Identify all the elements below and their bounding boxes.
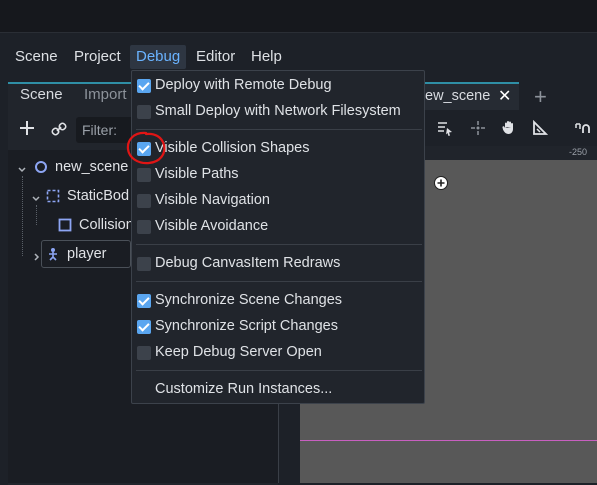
add-node-icon[interactable]: [19, 120, 35, 136]
staticbody-icon: [46, 189, 60, 206]
menu-item-debug-canvasitem-redraws[interactable]: Debug CanvasItem Redraws: [132, 251, 424, 277]
menu-scene[interactable]: Scene: [9, 45, 64, 69]
menu-item-sync-script-changes[interactable]: Synchronize Script Changes: [132, 314, 424, 340]
menu-item-visible-avoidance[interactable]: Visible Avoidance: [132, 214, 424, 240]
menu-separator: [136, 129, 422, 130]
add-tab-icon[interactable]: +: [534, 84, 547, 110]
add-circle-icon[interactable]: [433, 175, 449, 194]
menu-item-label: Synchronize Script Changes: [155, 318, 338, 334]
checkbox-unchecked-icon[interactable]: [137, 194, 151, 208]
menu-separator: [136, 244, 422, 245]
snap-icon[interactable]: [574, 120, 594, 139]
x-axis-line: [300, 440, 597, 441]
checkbox-checked-icon[interactable]: [137, 294, 151, 308]
menu-item-label: Small Deploy with Network Filesystem: [155, 103, 401, 119]
tab-new-scene[interactable]: ew_scene ✕: [425, 82, 519, 110]
menu-item-visible-collision-shapes[interactable]: Visible Collision Shapes: [132, 136, 424, 162]
node2d-icon: [34, 160, 48, 177]
menu-item-label: Debug CanvasItem Redraws: [155, 255, 341, 271]
collisionshape-icon: [58, 218, 72, 235]
menu-item-customize-run-instances[interactable]: Customize Run Instances...: [132, 377, 424, 403]
ruler-label: -250: [569, 147, 588, 157]
scene-tab-label: ew_scene: [425, 88, 491, 104]
checkbox-unchecked-icon[interactable]: [137, 168, 151, 182]
checkbox-unchecked-icon[interactable]: [137, 257, 151, 271]
menu-separator: [136, 281, 422, 282]
menu-item-keep-debug-server-open[interactable]: Keep Debug Server Open: [132, 340, 424, 366]
chevron-down-icon[interactable]: [17, 162, 27, 178]
link-icon[interactable]: [51, 121, 67, 137]
character-body-icon: [46, 247, 60, 264]
checkbox-unchecked-icon[interactable]: [137, 346, 151, 360]
chevron-down-icon[interactable]: [31, 191, 41, 207]
checkbox-unchecked-icon[interactable]: [137, 105, 151, 119]
menu-item-label: Keep Debug Server Open: [155, 344, 322, 360]
menu-item-label: Synchronize Scene Changes: [155, 292, 343, 308]
pivot-icon[interactable]: [470, 120, 486, 139]
ruler-icon[interactable]: [532, 119, 549, 139]
title-bar: [0, 0, 597, 33]
tree-item-player[interactable]: player: [67, 241, 107, 267]
tab-import[interactable]: Import: [84, 86, 127, 103]
tree-guide: [36, 205, 37, 225]
tree-item-new-scene[interactable]: new_scene: [55, 154, 128, 180]
menu-item-label: Visible Avoidance: [155, 218, 269, 234]
menu-item-label: Visible Navigation: [155, 192, 270, 208]
menu-separator: [136, 370, 422, 371]
debug-menu: Deploy with Remote Debug Small Deploy wi…: [131, 70, 425, 404]
tree-guide: [22, 176, 23, 256]
menu-item-deploy-remote-debug[interactable]: Deploy with Remote Debug: [132, 73, 424, 99]
menu-item-sync-scene-changes[interactable]: Synchronize Scene Changes: [132, 288, 424, 314]
menu-help[interactable]: Help: [245, 45, 288, 69]
menu-item-visible-paths[interactable]: Visible Paths: [132, 162, 424, 188]
tab-scene[interactable]: Scene: [20, 86, 63, 103]
menu-editor[interactable]: Editor: [190, 45, 241, 69]
chevron-right-icon[interactable]: [32, 249, 42, 265]
menu-item-visible-navigation[interactable]: Visible Navigation: [132, 188, 424, 214]
menu-item-label: Visible Collision Shapes: [155, 140, 310, 156]
checkbox-unchecked-icon[interactable]: [137, 220, 151, 234]
menu-item-label: Visible Paths: [155, 166, 239, 182]
close-icon[interactable]: ✕: [498, 86, 511, 106]
list-select-icon[interactable]: [437, 120, 453, 139]
menu-item-small-deploy[interactable]: Small Deploy with Network Filesystem: [132, 99, 424, 125]
tree-item-collision[interactable]: Collision: [79, 212, 134, 238]
annotation-circle: [126, 131, 166, 165]
menu-debug[interactable]: Debug: [130, 45, 187, 69]
checkbox-checked-icon[interactable]: [137, 320, 151, 334]
menu-project[interactable]: Project: [68, 45, 127, 69]
menu-item-label: Deploy with Remote Debug: [155, 77, 332, 93]
checkbox-checked-icon[interactable]: [137, 79, 151, 93]
top-ruler: -250: [425, 146, 597, 161]
menu-item-label: Customize Run Instances...: [155, 381, 333, 397]
tree-item-staticbody[interactable]: StaticBod: [67, 183, 129, 209]
pan-hand-icon[interactable]: [501, 119, 517, 138]
